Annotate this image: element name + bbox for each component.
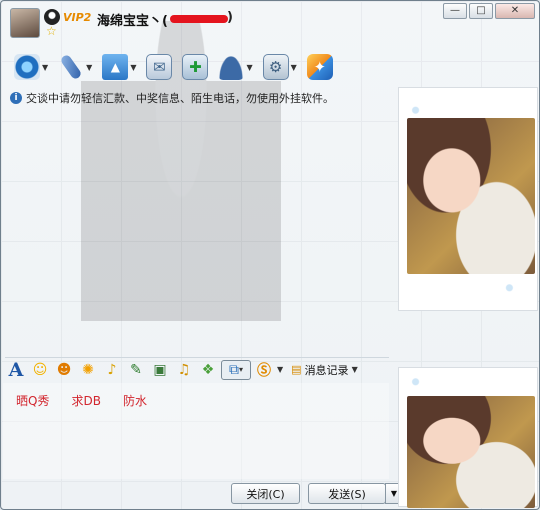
contact-photo[interactable]: [407, 118, 535, 274]
gift-button[interactable]: ❖: [197, 360, 219, 380]
wallet-button[interactable]: Ⓢ: [253, 360, 275, 380]
chat-window: ☆ VIP2 海绵宝宝丶( ) — □ ✕ ▼ ▼ ▲ ▼ ✉ ✚ ▼ ⚙ ▼ …: [0, 0, 540, 510]
notice-text: 交谈中请勿轻信汇款、中奖信息、陌生电话，勿使用外挂软件。: [26, 92, 334, 105]
chevron-down-icon[interactable]: ▼: [246, 63, 252, 72]
vip-badge[interactable]: VIP2: [63, 11, 91, 24]
smiley-icon: ☺: [32, 361, 48, 378]
quick-phrase-list: 晒Q秀 求DB 防水: [16, 392, 147, 409]
wallet-icon: Ⓢ: [257, 362, 271, 379]
message-history-area[interactable]: [3, 109, 389, 355]
chevron-down-icon[interactable]: ▼: [130, 63, 136, 72]
add-contact-icon: ✚: [182, 54, 209, 80]
nickname-close-paren: ): [227, 10, 233, 25]
user-info-icon: [218, 54, 245, 80]
qq-penguin-icon: [44, 9, 60, 25]
file-transfer-button[interactable]: ▲ ▼: [99, 52, 139, 82]
chevron-down-icon[interactable]: ▼: [42, 63, 48, 72]
close-button[interactable]: 关闭(C): [231, 483, 300, 504]
voice-icon: ♪: [107, 361, 117, 378]
message-history-button[interactable]: ▤ 消息记录 ▼: [291, 362, 358, 378]
star-icon: ☆: [46, 24, 57, 38]
contact-show-panel: [398, 87, 538, 508]
title-bar: ☆ VIP2 海绵宝宝丶( ) — □ ✕: [1, 1, 539, 45]
contact-nickname: 海绵宝宝丶(: [97, 14, 168, 29]
window-controls: — □ ✕: [443, 3, 535, 19]
music-button[interactable]: ♫: [173, 360, 195, 380]
send-email-button[interactable]: ✉: [143, 52, 175, 82]
screenshot-icon: ⧉: [228, 361, 239, 378]
microphone-icon: [59, 53, 83, 81]
webcam-icon: [14, 54, 40, 80]
email-icon: ✉: [146, 54, 173, 80]
chevron-down-icon[interactable]: ▼: [291, 63, 297, 72]
app-settings-button[interactable]: ⚙ ▼: [260, 52, 300, 82]
redacted-text: [170, 15, 228, 23]
emoticon-button[interactable]: ☺: [29, 360, 51, 380]
info-icon: i: [10, 92, 22, 104]
history-label: 消息记录: [304, 363, 349, 377]
font-icon: A: [8, 358, 24, 381]
folder-transfer-icon: ▲: [102, 54, 129, 80]
my-photo-card: [398, 367, 538, 508]
send-button[interactable]: 发送(S): [308, 483, 386, 504]
security-notice: i 交谈中请勿轻信汇款、中奖信息、陌生电话，勿使用外挂软件。: [10, 90, 334, 106]
image-icon: ▣: [153, 361, 167, 378]
chevron-down-icon: ▾: [238, 365, 243, 374]
avatar[interactable]: [10, 8, 40, 38]
quick-phrase-item[interactable]: 求DB: [71, 392, 100, 409]
screenshot-button[interactable]: ⧉ ▾: [221, 359, 251, 380]
minimize-button[interactable]: —: [443, 3, 467, 19]
create-group-button[interactable]: ✚: [179, 52, 211, 82]
contact-info-button[interactable]: ▼: [215, 52, 255, 82]
main-toolbar: ▼ ▼ ▲ ▼ ✉ ✚ ▼ ⚙ ▼ ✦: [11, 51, 336, 83]
voice-call-button[interactable]: ▼: [55, 52, 95, 82]
send-image-button[interactable]: ▣: [149, 360, 171, 380]
history-icon: ▤: [291, 363, 302, 376]
quick-phrase-item[interactable]: 晒Q秀: [16, 392, 49, 409]
apps-icon: ✦: [306, 54, 333, 80]
doodle-button[interactable]: ✎: [125, 360, 147, 380]
voice-message-button[interactable]: ♪: [101, 360, 123, 380]
gift-icon: ❖: [201, 361, 215, 378]
contact-photo-card: [398, 87, 538, 311]
shake-icon: ✺: [82, 361, 94, 378]
magic-face-icon: ☻: [56, 361, 72, 378]
video-call-button[interactable]: ▼: [11, 52, 51, 82]
music-icon: ♫: [177, 361, 191, 378]
pencil-icon: ✎: [130, 361, 142, 378]
font-button[interactable]: A: [5, 358, 27, 381]
my-photo[interactable]: [407, 396, 535, 508]
input-toolbar: A ☺ ☻ ✺ ♪ ✎ ▣ ♫ ❖ ⧉ ▾ Ⓢ ▼ ▤ 消息记录 ▼: [5, 357, 389, 381]
chevron-down-icon: ▼: [351, 365, 358, 374]
quick-phrase-item[interactable]: 防水: [123, 392, 147, 409]
shake-window-button[interactable]: ✺: [77, 360, 99, 380]
chevron-down-icon[interactable]: ▼: [86, 63, 92, 72]
close-window-button[interactable]: ✕: [495, 3, 535, 19]
settings-icon: ⚙: [262, 54, 289, 80]
chevron-down-icon[interactable]: ▼: [277, 365, 283, 374]
action-buttons: 关闭(C) 发送(S) ▼: [231, 483, 403, 504]
apps-button[interactable]: ✦: [304, 52, 336, 82]
magic-emoticon-button[interactable]: ☻: [53, 360, 75, 380]
maximize-button[interactable]: □: [469, 3, 493, 19]
